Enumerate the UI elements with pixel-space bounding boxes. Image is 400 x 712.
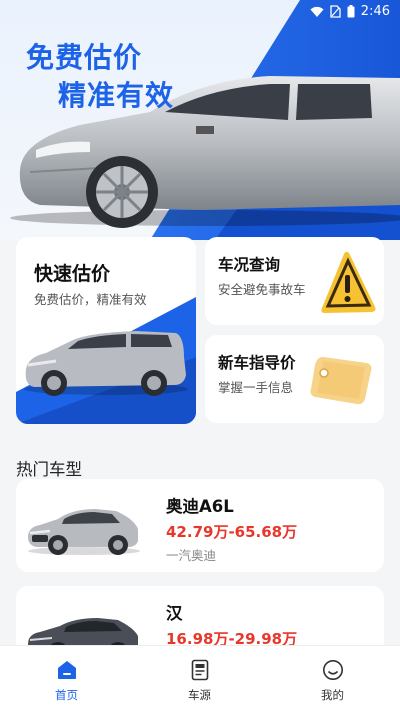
tab-car-source[interactable]: 车源 xyxy=(133,646,266,712)
car-check-subtitle: 安全避免事故车 xyxy=(218,282,306,297)
battery-icon xyxy=(347,5,355,18)
quick-valuation-card[interactable]: 快速估价 免费估价，精准有效 xyxy=(16,237,196,424)
new-car-guide-subtitle: 掌握一手信息 xyxy=(218,380,294,395)
tab-home[interactable]: 首页 xyxy=(0,646,133,712)
document-icon xyxy=(191,659,208,681)
model-name: 奥迪A6L xyxy=(166,497,234,516)
home-icon xyxy=(57,661,76,679)
tab-car-source-label: 车源 xyxy=(188,688,211,702)
model-price: 42.79万-65.68万 xyxy=(166,523,298,541)
car-check-title: 车况查询 xyxy=(218,256,281,274)
model-brand: 一汽奥迪 xyxy=(166,548,217,563)
tab-profile-label: 我的 xyxy=(321,688,344,702)
hot-model-item[interactable]: 奥迪A6L 42.79万-65.68万 一汽奥迪 xyxy=(16,479,384,572)
hero-headline-line1: 免费估价 xyxy=(26,41,143,74)
hot-models-title: 热门车型 xyxy=(16,460,82,479)
price-tag-icon xyxy=(310,357,372,405)
new-car-guide-title: 新车指导价 xyxy=(218,354,296,372)
hero-banner[interactable]: 免费估价 精准有效 xyxy=(0,0,400,240)
tab-home-label: 首页 xyxy=(55,688,78,702)
tab-profile[interactable]: 我的 xyxy=(266,646,399,712)
suv-image xyxy=(16,297,196,424)
audi-a6l-image xyxy=(28,509,140,555)
car-check-card[interactable]: 车况查询 安全避免事故车 xyxy=(205,237,384,325)
new-car-guide-card[interactable]: 新车指导价 掌握一手信息 xyxy=(205,335,384,423)
hero-headline-line2: 精准有效 xyxy=(58,79,175,112)
status-bar: 2:46 xyxy=(0,0,400,24)
model-name: 汉 xyxy=(166,604,183,623)
status-time: 2:46 xyxy=(360,4,390,19)
smiley-icon xyxy=(322,660,343,680)
warning-icon xyxy=(321,251,376,313)
bottom-tab-bar: 首页 车源 我的 xyxy=(0,645,400,712)
wifi-icon xyxy=(310,6,324,17)
no-sim-icon xyxy=(330,5,341,18)
